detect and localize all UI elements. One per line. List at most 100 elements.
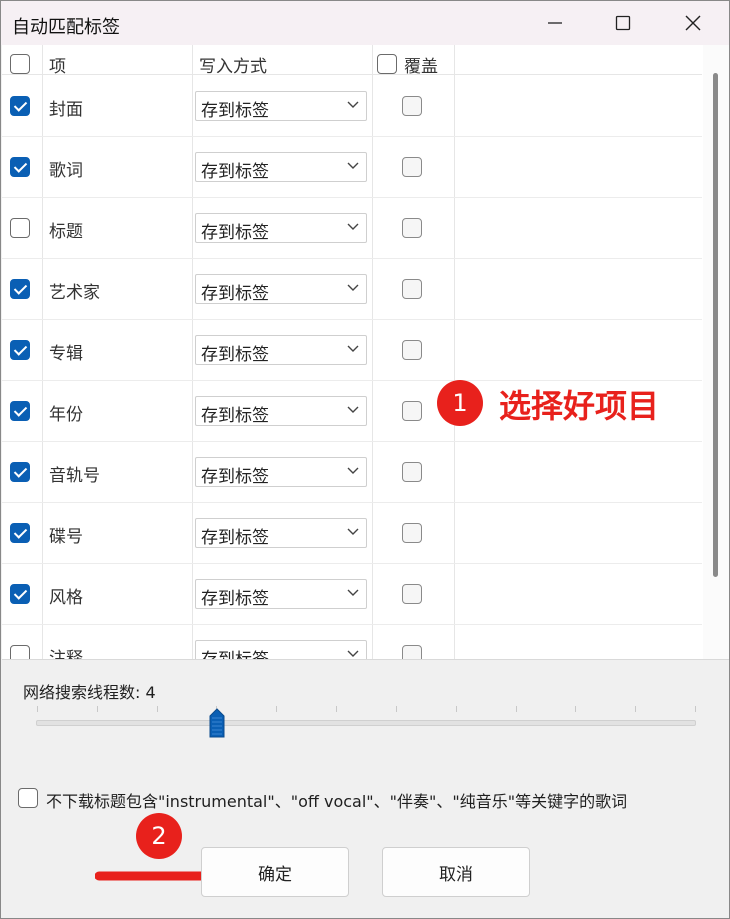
item-checkbox[interactable] xyxy=(10,584,30,604)
overwrite-checkbox[interactable] xyxy=(402,523,422,543)
slider-tick xyxy=(157,706,158,712)
overwrite-checkbox[interactable] xyxy=(402,96,422,116)
item-label: 年份 xyxy=(49,405,83,425)
table-row: 风格 存到标签 xyxy=(2,564,702,625)
item-label: 专辑 xyxy=(49,344,83,364)
maximize-icon xyxy=(615,15,631,31)
thread-count-label: 网络搜索线程数: 4 xyxy=(23,683,156,702)
table-row: 标题 存到标签 xyxy=(2,198,702,259)
write-mode-value: 存到标签 xyxy=(201,223,269,243)
write-mode-select[interactable]: 存到标签 xyxy=(195,213,367,243)
item-checkbox[interactable] xyxy=(10,401,30,421)
list-header: 项 写入方式 覆盖 xyxy=(2,45,702,77)
header-overwrite: 覆盖 xyxy=(404,57,438,77)
slider-tick xyxy=(575,706,576,712)
slider-tick xyxy=(635,706,636,712)
slider-tick xyxy=(336,706,337,712)
step2-badge: 2 xyxy=(136,813,182,859)
item-checkbox[interactable] xyxy=(10,340,30,360)
overwrite-checkbox[interactable] xyxy=(402,279,422,299)
slider-tick xyxy=(516,706,517,712)
write-mode-select[interactable]: 存到标签 xyxy=(195,518,367,548)
close-button[interactable] xyxy=(670,1,716,45)
overwrite-checkbox[interactable] xyxy=(402,584,422,604)
thread-count-slider[interactable] xyxy=(36,720,696,726)
overwrite-all-checkbox[interactable] xyxy=(377,54,397,74)
write-mode-value: 存到标签 xyxy=(201,650,269,660)
slider-tick xyxy=(695,706,696,712)
table-row: 注释 存到标签 xyxy=(2,625,702,660)
exclude-instrumental-label: 不下载标题包含"instrumental"、"off vocal"、"伴奏"、"… xyxy=(46,792,628,811)
chevron-down-icon xyxy=(347,528,359,535)
item-label: 艺术家 xyxy=(49,283,100,303)
exclude-instrumental-checkbox[interactable] xyxy=(18,788,38,808)
write-mode-select[interactable]: 存到标签 xyxy=(195,91,367,121)
overwrite-checkbox[interactable] xyxy=(402,462,422,482)
item-label: 风格 xyxy=(49,588,83,608)
item-label: 封面 xyxy=(49,100,83,120)
close-icon xyxy=(685,15,701,31)
vertical-scrollbar[interactable] xyxy=(703,45,729,659)
item-checkbox[interactable] xyxy=(10,279,30,299)
write-mode-value: 存到标签 xyxy=(201,345,269,365)
write-mode-select[interactable]: 存到标签 xyxy=(195,457,367,487)
overwrite-checkbox[interactable] xyxy=(402,401,422,421)
item-checkbox[interactable] xyxy=(10,462,30,482)
table-row: 碟号 存到标签 xyxy=(2,503,702,564)
header-item: 项 xyxy=(49,57,66,77)
title-bar: 自动匹配标签 xyxy=(1,1,729,45)
table-row: 音轨号 存到标签 xyxy=(2,442,702,503)
write-mode-select[interactable]: 存到标签 xyxy=(195,396,367,426)
overwrite-checkbox[interactable] xyxy=(402,645,422,659)
item-label: 歌词 xyxy=(49,161,83,181)
chevron-down-icon xyxy=(347,589,359,596)
write-mode-value: 存到标签 xyxy=(201,284,269,304)
chevron-down-icon xyxy=(347,101,359,108)
ok-button[interactable]: 确定 xyxy=(201,847,349,897)
item-checkbox[interactable] xyxy=(10,157,30,177)
chevron-down-icon xyxy=(347,406,359,413)
minimize-icon xyxy=(548,22,562,24)
write-mode-value: 存到标签 xyxy=(201,101,269,121)
write-mode-value: 存到标签 xyxy=(201,406,269,426)
item-checkbox[interactable] xyxy=(10,96,30,116)
overwrite-checkbox[interactable] xyxy=(402,157,422,177)
overwrite-checkbox[interactable] xyxy=(402,218,422,238)
write-mode-select[interactable]: 存到标签 xyxy=(195,579,367,609)
write-mode-select[interactable]: 存到标签 xyxy=(195,335,367,365)
chevron-down-icon xyxy=(347,650,359,657)
chevron-down-icon xyxy=(347,345,359,352)
overwrite-checkbox[interactable] xyxy=(402,340,422,360)
write-mode-select[interactable]: 存到标签 xyxy=(195,640,367,660)
maximize-button[interactable] xyxy=(600,1,646,45)
table-row: 专辑 存到标签 xyxy=(2,320,702,381)
item-checkbox[interactable] xyxy=(10,645,30,659)
table-row: 艺术家 存到标签 xyxy=(2,259,702,320)
slider-thumb[interactable] xyxy=(209,708,225,738)
minimize-button[interactable] xyxy=(532,1,578,45)
item-checkbox[interactable] xyxy=(10,523,30,543)
scrollbar-thumb[interactable] xyxy=(713,73,718,577)
slider-tick xyxy=(456,706,457,712)
slider-tick xyxy=(97,706,98,712)
cancel-button[interactable]: 取消 xyxy=(382,847,530,897)
auto-match-tags-dialog: 自动匹配标签 项 写入方式 覆盖 封面 存到标签 歌词 存到标签 标题 存到标签 艺术家 存到… xyxy=(0,0,730,919)
chevron-down-icon xyxy=(347,284,359,291)
write-mode-value: 存到标签 xyxy=(201,467,269,487)
item-label: 注释 xyxy=(49,649,83,660)
write-mode-value: 存到标签 xyxy=(201,162,269,182)
header-mode: 写入方式 xyxy=(199,57,267,77)
step1-annotation: 选择好项目 xyxy=(499,387,660,425)
select-all-checkbox[interactable] xyxy=(10,54,30,74)
write-mode-select[interactable]: 存到标签 xyxy=(195,274,367,304)
slider-tick xyxy=(37,706,38,712)
tag-item-list: 项 写入方式 覆盖 封面 存到标签 歌词 存到标签 标题 存到标签 艺术家 存到标签 专辑 存到标… xyxy=(2,45,729,660)
item-checkbox[interactable] xyxy=(10,218,30,238)
write-mode-select[interactable]: 存到标签 xyxy=(195,152,367,182)
chevron-down-icon xyxy=(347,223,359,230)
write-mode-value: 存到标签 xyxy=(201,589,269,609)
step1-badge: 1 xyxy=(437,380,483,426)
slider-tick xyxy=(276,706,277,712)
chevron-down-icon xyxy=(347,467,359,474)
table-row: 歌词 存到标签 xyxy=(2,137,702,198)
